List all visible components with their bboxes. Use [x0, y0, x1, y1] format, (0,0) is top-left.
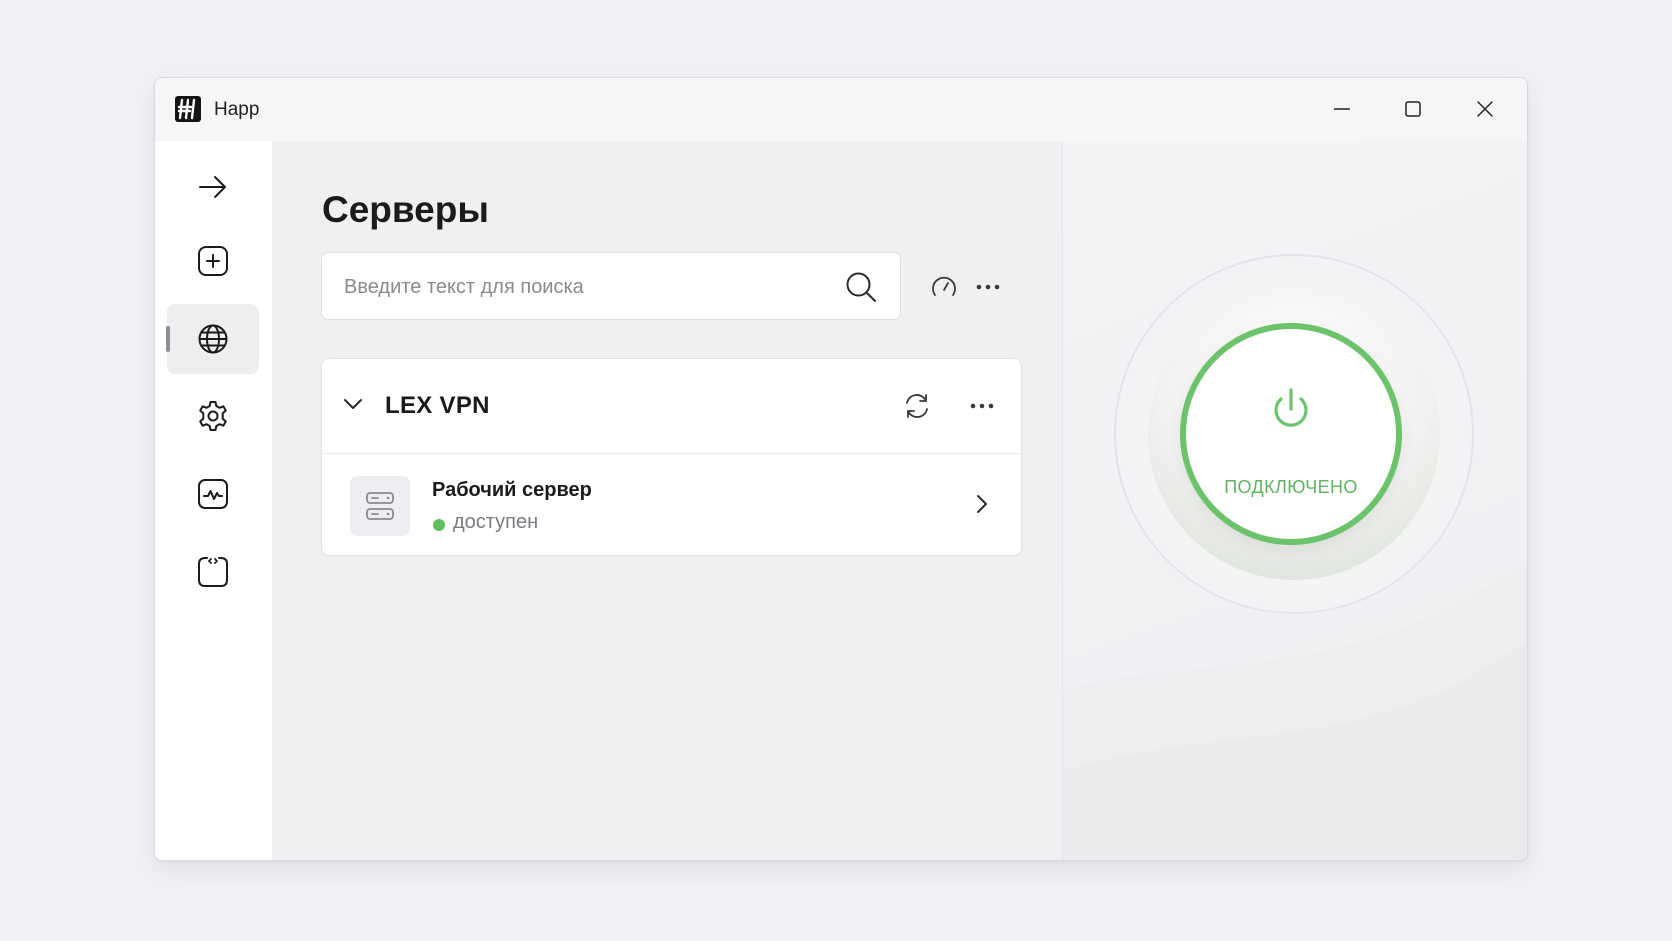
add-square-icon: [198, 246, 228, 276]
page-title: Серверы: [322, 189, 489, 230]
server-icon-box: [350, 476, 410, 536]
ping-test-button[interactable]: [924, 267, 964, 307]
sidebar-item-connect[interactable]: [167, 152, 259, 222]
search-box: [321, 252, 901, 321]
connection-panel: ПОДКЛЮЧЕНО: [1062, 141, 1527, 860]
refresh-group-button[interactable]: [897, 386, 937, 426]
maximize-icon: [1405, 101, 1421, 117]
sidebar-item-logs[interactable]: [167, 537, 259, 607]
app-title: Happ: [214, 99, 260, 120]
refresh-icon: [906, 394, 928, 418]
speedometer-icon: [932, 276, 956, 296]
server-list-item[interactable]: Рабочий сервер доступен: [322, 453, 1021, 557]
minimize-button[interactable]: [1319, 90, 1365, 128]
search-input[interactable]: [342, 253, 826, 321]
arrow-right-icon: [199, 176, 226, 198]
power-icon: [1274, 388, 1308, 427]
server-group-card: LEX VPN Рабочий сервер доступен: [321, 358, 1022, 556]
server-name: Рабочий сервер: [432, 479, 592, 501]
server-group-header[interactable]: LEX VPN: [322, 359, 1021, 454]
maximize-button[interactable]: [1390, 90, 1436, 128]
sidebar-item-statistics[interactable]: [167, 459, 259, 529]
server-group-name: LEX VPN: [385, 392, 490, 419]
sidebar: [155, 141, 273, 860]
chevron-down-icon[interactable]: [342, 393, 364, 415]
server-icon: [366, 492, 394, 520]
close-button[interactable]: [1462, 90, 1508, 128]
server-status: доступен: [453, 511, 539, 533]
connection-status-label: ПОДКЛЮЧЕНО: [1224, 477, 1358, 497]
status-dot: [433, 519, 445, 531]
more-dots-icon: [970, 403, 994, 409]
more-options-button[interactable]: [968, 267, 1008, 307]
app-logo-icon: [175, 96, 201, 122]
sidebar-item-servers[interactable]: [166, 304, 259, 374]
code-frame-icon: [198, 557, 228, 587]
connect-toggle-button[interactable]: ПОДКЛЮЧЕНО: [1180, 323, 1402, 545]
active-indicator: [166, 326, 170, 352]
gear-icon: [199, 401, 227, 431]
globe-icon: [198, 324, 228, 354]
app-window: Happ Серверы Введите текст для поиска LE…: [154, 77, 1528, 861]
activity-chart-icon: [198, 479, 228, 509]
title-bar: Happ: [155, 78, 1527, 142]
close-icon: [1477, 101, 1493, 117]
minimize-icon: [1334, 108, 1350, 110]
sidebar-item-add[interactable]: [167, 226, 259, 296]
group-more-button[interactable]: [962, 386, 1002, 426]
search-icon[interactable]: [844, 270, 878, 304]
servers-panel: Серверы Введите текст для поиска LEX VPN…: [272, 141, 1062, 860]
sidebar-item-settings[interactable]: [167, 381, 259, 451]
more-dots-icon: [976, 284, 1000, 290]
chevron-right-icon: [977, 495, 987, 513]
